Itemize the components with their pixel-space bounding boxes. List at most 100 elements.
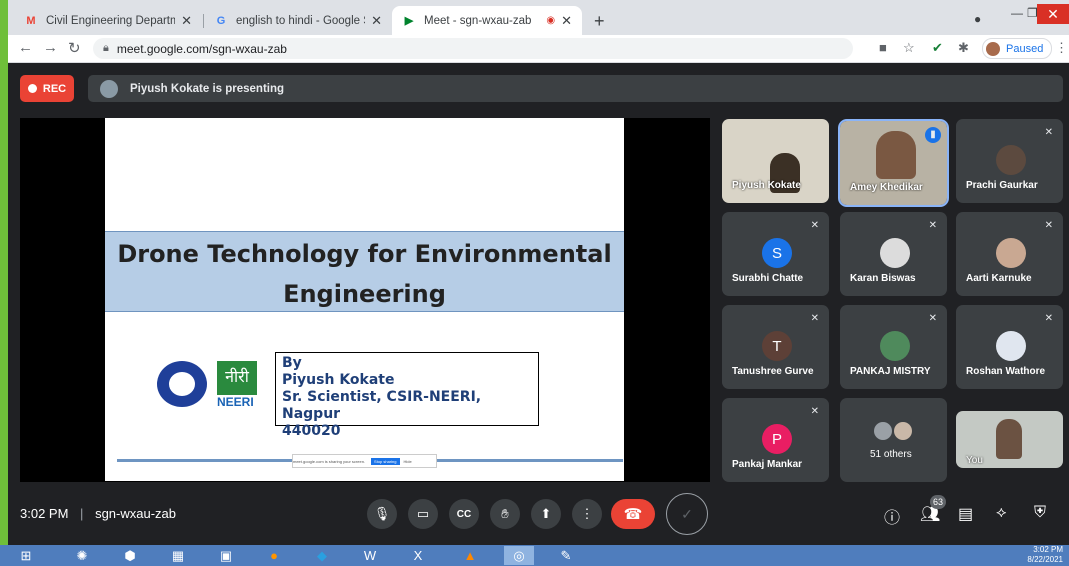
mic-off-icon: ✕ <box>928 220 937 231</box>
reload-icon[interactable]: ↻ <box>68 39 81 57</box>
participant-tile[interactable]: ✕ PANKAJ MISTRY <box>840 305 947 389</box>
others-count: 51 others <box>870 449 912 460</box>
more-menu-icon[interactable]: ⋮ <box>1055 40 1068 56</box>
mic-button[interactable]: 🎙︎ <box>367 499 397 529</box>
rec-label: REC <box>42 82 67 95</box>
tab-title: Meet - sgn-wxau-zab <box>424 14 532 27</box>
vlc-icon[interactable]: ▲ <box>460 546 480 565</box>
participant-name: Roshan Wathore <box>966 366 1046 377</box>
speaking-indicator-icon: ▮ <box>925 127 941 143</box>
screen-share-notice: meet.google.com is sharing your screen. … <box>292 454 437 468</box>
participant-tile[interactable]: ✕ Prachi Gaurkar <box>956 119 1063 203</box>
url-text: meet.google.com/sgn-wxau-zab <box>116 41 287 56</box>
participant-name: Surabhi Chatte <box>732 273 804 284</box>
captions-button[interactable]: CC <box>449 499 479 529</box>
excel-icon[interactable]: X <box>408 546 428 565</box>
meeting-info-icon[interactable]: ⓘ <box>884 504 900 528</box>
participant-tile[interactable]: Piyush Kokate <box>722 119 829 203</box>
paint-icon[interactable]: ✎ <box>556 546 576 565</box>
avatar <box>996 331 1026 361</box>
csir-logo <box>157 361 207 407</box>
vscode-icon[interactable]: ◆ <box>312 546 332 565</box>
hide-button[interactable]: Hide <box>404 459 412 464</box>
bookmark-star-icon[interactable]: ☆ <box>903 40 915 56</box>
activity-button[interactable]: ✓ <box>666 493 708 535</box>
participant-tile[interactable]: ✕ P Pankaj Mankar <box>722 398 829 482</box>
tab-search-icon[interactable]: ● <box>974 12 981 26</box>
camera-icon: ▭ <box>416 506 430 521</box>
participant-name: Aarti Karnuke <box>966 273 1032 284</box>
tab-gmail[interactable]: M Civil Engineering Department or ✕ <box>14 6 202 35</box>
participant-tile[interactable]: ✕ S Surabhi Chatte <box>722 212 829 296</box>
system-tray[interactable]: 3:02 PM 8/22/2021 <box>1027 545 1063 565</box>
author-name: Piyush Kokate <box>282 372 395 388</box>
mic-off-icon: ✕ <box>810 220 819 231</box>
mic-off-icon: ✕ <box>1044 313 1053 324</box>
app-icon[interactable]: ⬢ <box>120 546 140 565</box>
leave-call-button[interactable]: ☎ <box>611 499 655 529</box>
participant-tile[interactable]: ✕ T Tanushree Gurve <box>722 305 829 389</box>
file-explorer-icon[interactable]: ▦ <box>168 546 188 565</box>
present-button[interactable]: ⬆ <box>531 499 561 529</box>
profile-button[interactable]: Paused <box>982 38 1053 59</box>
extensions-icon[interactable]: ✱ <box>958 40 969 56</box>
participant-tile[interactable]: ✕ Karan Biswas <box>840 212 947 296</box>
close-tab-icon[interactable]: ✕ <box>371 13 382 29</box>
more-options-button[interactable]: ⋮ <box>572 499 602 529</box>
chat-icon[interactable]: ▤ <box>958 504 973 524</box>
firefox-icon[interactable]: ● <box>264 546 284 565</box>
tab-meet[interactable]: ▶ Meet - sgn-wxau-zab ◉ ✕ <box>392 6 582 35</box>
gmail-icon: M <box>26 14 36 27</box>
divider: | <box>80 506 84 521</box>
raise-hand-button[interactable]: ✋︎ <box>490 499 520 529</box>
participant-name: Pankaj Mankar <box>732 459 803 470</box>
back-icon[interactable]: ← <box>18 39 33 56</box>
word-icon[interactable]: W <box>360 546 380 565</box>
captions-icon: CC <box>456 508 472 520</box>
hangup-icon: ☎ <box>623 506 643 523</box>
mic-off-icon: ✕ <box>810 313 819 324</box>
present-icon: ⬆ <box>540 506 552 521</box>
avatar <box>874 422 892 440</box>
others-tile[interactable]: 51 others <box>840 398 947 482</box>
participant-tile[interactable]: ▮ Amey Khedikar <box>838 119 949 207</box>
window-close-button[interactable]: ✕ <box>1037 4 1069 24</box>
participant-name: Prachi Gaurkar <box>966 180 1038 191</box>
author-pin: 440020 <box>282 423 341 439</box>
stop-sharing-button[interactable]: Stop sharing <box>371 457 400 465</box>
camera-in-use-icon[interactable]: ■ <box>879 40 887 55</box>
windows-taskbar: ⊞ ✺ ⬢ ▦ ▣ ● ◆ W X ▲ ◎ ✎ 3:02 PM 8/22/202… <box>0 545 1069 566</box>
participant-tile[interactable]: ✕ Roshan Wathore <box>956 305 1063 389</box>
meet-icon: ▶ <box>404 15 414 27</box>
avatar: S <box>762 238 792 268</box>
tab-google-search[interactable]: G english to hindi - Google Search ✕ <box>204 6 392 35</box>
neeri-logo: नीरी NEERI <box>217 361 261 417</box>
minimize-icon[interactable]: — <box>1011 6 1023 20</box>
mic-off-icon: ✕ <box>810 406 819 417</box>
self-view-tile[interactable]: You <box>956 411 1063 468</box>
new-tab-button[interactable]: + <box>594 11 605 32</box>
activities-icon[interactable]: ⟡ <box>996 504 1007 522</box>
forward-icon[interactable]: → <box>43 39 58 56</box>
app-icon[interactable]: ▣ <box>216 546 236 565</box>
google-icon: G <box>216 14 226 27</box>
more-vert-icon: ⋮ <box>580 506 594 521</box>
address-bar[interactable]: 🔒︎ meet.google.com/sgn-wxau-zab <box>93 38 853 59</box>
app-icon[interactable]: ✺ <box>72 546 92 565</box>
close-tab-icon[interactable]: ✕ <box>181 13 192 29</box>
self-video <box>996 419 1022 459</box>
close-tab-icon[interactable]: ✕ <box>561 13 572 29</box>
extension-check-icon[interactable]: ✔ <box>932 40 943 56</box>
participant-tile[interactable]: ✕ Aarti Karnuke <box>956 212 1063 296</box>
mic-off-icon: ✕ <box>1044 220 1053 231</box>
start-button[interactable]: ⊞ <box>16 546 36 565</box>
camera-button[interactable]: ▭ <box>408 499 438 529</box>
record-dot-icon <box>27 84 37 93</box>
participant-name: Piyush Kokate <box>732 180 801 191</box>
lock-icon: 🔒︎ <box>103 42 109 54</box>
self-label: You <box>966 455 983 466</box>
participant-name: Karan Biswas <box>850 273 916 284</box>
host-controls-icon[interactable]: ⛨ <box>1034 504 1046 522</box>
tray-time: 3:02 PM <box>1033 545 1063 554</box>
chrome-icon[interactable]: ◎ <box>504 546 534 565</box>
